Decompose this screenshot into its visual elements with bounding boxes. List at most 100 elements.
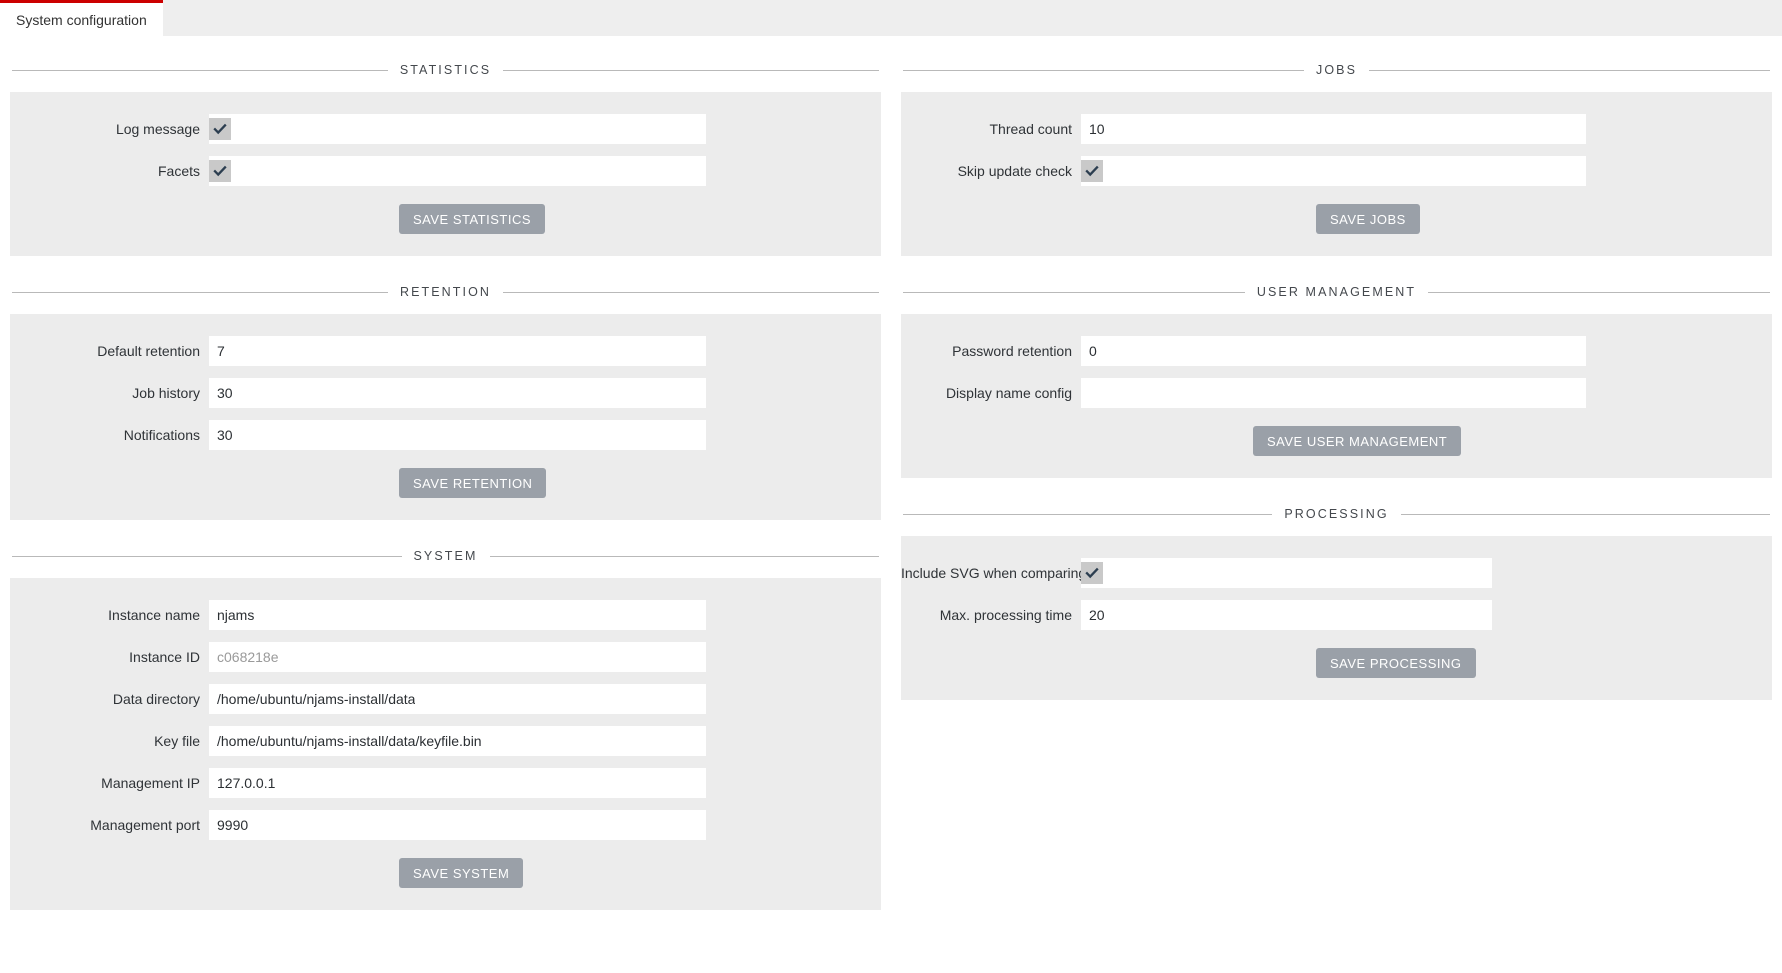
panel-statistics: Log message Facets SAVE STATISTICS [10, 92, 881, 256]
label-display-name-config: Display name config [945, 385, 1072, 401]
field-max-processing-time[interactable]: 20 [1081, 600, 1492, 630]
divider-line [1400, 513, 1771, 515]
section-title: PROCESSING [1284, 507, 1389, 521]
divider-line [489, 555, 879, 557]
value-job-history: 30 [217, 385, 233, 401]
form-row-job-history: Job history 30 [10, 378, 881, 408]
value-notifications: 30 [217, 427, 233, 443]
label-skip-update-check: Skip update check [957, 163, 1072, 179]
section-header-processing: PROCESSING [901, 492, 1772, 536]
label-instance-name: Instance name [108, 607, 200, 623]
form-row-management-port: Management port 9990 [10, 810, 881, 840]
panel-jobs: Thread count 10 Skip update check SAVE J… [901, 92, 1772, 256]
value-default-retention: 7 [217, 343, 225, 359]
field-instance-id: c068218e [209, 642, 706, 672]
button-row-processing: SAVE PROCESSING [901, 648, 1772, 678]
section-header-statistics: STATISTICS [10, 48, 881, 92]
label-thread-count: Thread count [989, 121, 1073, 137]
divider-line [903, 291, 1245, 293]
panel-processing: Include SVG when comparing process model… [901, 536, 1772, 700]
label-facets: Facets [157, 163, 200, 179]
tab-label: System configuration [16, 11, 147, 28]
configuration-page: STATISTICS Log message Facets SAVE STATI… [0, 36, 1782, 924]
form-row-max-processing-time: Max. processing time 20 [901, 600, 1772, 630]
form-row-log-message: Log message [10, 114, 881, 144]
section-header-jobs: JOBS [901, 48, 1772, 92]
field-display-name-config[interactable] [1081, 378, 1586, 408]
value-key-file: /home/ubuntu/njams-install/data/keyfile.… [217, 733, 482, 749]
save-system-button[interactable]: SAVE SYSTEM [399, 858, 524, 888]
divider-line [903, 513, 1273, 515]
section-title: JOBS [1315, 63, 1358, 77]
label-key-file: Key file [154, 733, 200, 749]
button-row-user-management: SAVE USER MANAGEMENT [901, 426, 1772, 456]
form-row-key-file: Key file /home/ubuntu/njams-install/data… [10, 726, 881, 756]
divider-line [503, 69, 879, 71]
checkbox-skip-update-check[interactable] [1081, 160, 1103, 182]
section-header-user-management: USER MANAGEMENT [901, 270, 1772, 314]
divider-line [503, 291, 879, 293]
form-row-notifications: Notifications 30 [10, 420, 881, 450]
form-row-instance-name: Instance name njams [10, 600, 881, 630]
save-retention-button[interactable]: SAVE RETENTION [399, 468, 547, 498]
form-row-skip-update-check: Skip update check [901, 156, 1772, 186]
right-column: JOBS Thread count 10 Skip update check S… [891, 36, 1782, 924]
label-management-ip: Management IP [101, 775, 200, 791]
field-notifications[interactable]: 30 [209, 420, 706, 450]
label-max-processing-time: Max. processing time [939, 607, 1072, 623]
value-management-port: 9990 [217, 817, 249, 833]
form-row-default-retention: Default retention 7 [10, 336, 881, 366]
field-instance-name[interactable]: njams [209, 600, 706, 630]
save-user-management-button[interactable]: SAVE USER MANAGEMENT [1253, 426, 1462, 456]
divider-line [1369, 69, 1770, 71]
section-header-system: SYSTEM [10, 534, 881, 578]
tab-bar: System configuration [0, 0, 1782, 36]
value-instance-name: njams [217, 607, 255, 623]
panel-user-management: Password retention 0 Display name config… [901, 314, 1772, 478]
divider-line [1428, 291, 1771, 293]
value-data-directory: /home/ubuntu/njams-install/data [217, 691, 416, 707]
label-instance-id: Instance ID [129, 649, 200, 665]
label-password-retention: Password retention [952, 343, 1072, 359]
section-title: RETENTION [399, 285, 492, 299]
field-password-retention[interactable]: 0 [1081, 336, 1586, 366]
field-data-directory[interactable]: /home/ubuntu/njams-install/data [209, 684, 706, 714]
checkbox-include-svg[interactable] [1081, 562, 1103, 584]
field-key-file[interactable]: /home/ubuntu/njams-install/data/keyfile.… [209, 726, 706, 756]
button-row-jobs: SAVE JOBS [901, 204, 1772, 234]
field-facets [209, 156, 706, 186]
tab-system-configuration[interactable]: System configuration [0, 0, 163, 36]
value-thread-count: 10 [1089, 121, 1105, 137]
field-job-history[interactable]: 30 [209, 378, 706, 408]
field-management-port[interactable]: 9990 [209, 810, 706, 840]
section-title: STATISTICS [399, 63, 492, 77]
form-row-password-retention: Password retention 0 [901, 336, 1772, 366]
label-default-retention: Default retention [97, 343, 200, 359]
section-title: SYSTEM [413, 549, 478, 563]
label-include-svg: Include SVG when comparing process model… [901, 565, 1189, 581]
label-log-message: Log message [115, 121, 200, 137]
panel-retention: Default retention 7 Job history 30 Notif… [10, 314, 881, 520]
section-title: USER MANAGEMENT [1256, 285, 1417, 299]
value-password-retention: 0 [1089, 343, 1097, 359]
divider-line [12, 555, 402, 557]
divider-line [12, 69, 388, 71]
value-instance-id: c068218e [217, 649, 279, 665]
form-row-include-svg: Include SVG when comparing process model… [901, 558, 1772, 588]
checkbox-log-message[interactable] [209, 118, 231, 140]
button-row-system: SAVE SYSTEM [10, 858, 881, 888]
section-header-retention: RETENTION [10, 270, 881, 314]
divider-line [12, 291, 388, 293]
field-include-svg [1081, 558, 1492, 588]
field-thread-count[interactable]: 10 [1081, 114, 1586, 144]
form-row-instance-id: Instance ID c068218e [10, 642, 881, 672]
field-default-retention[interactable]: 7 [209, 336, 706, 366]
label-data-directory: Data directory [112, 691, 200, 707]
field-management-ip[interactable]: 127.0.0.1 [209, 768, 706, 798]
save-jobs-button[interactable]: SAVE JOBS [1316, 204, 1420, 234]
form-row-thread-count: Thread count 10 [901, 114, 1772, 144]
save-processing-button[interactable]: SAVE PROCESSING [1316, 648, 1476, 678]
left-column: STATISTICS Log message Facets SAVE STATI… [0, 36, 891, 924]
save-statistics-button[interactable]: SAVE STATISTICS [399, 204, 546, 234]
checkbox-facets[interactable] [209, 160, 231, 182]
